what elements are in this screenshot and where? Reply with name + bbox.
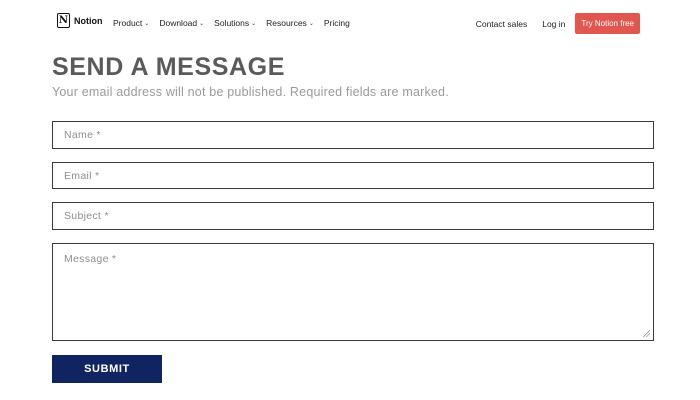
nav-menu: Product ⌄ Download ⌄ Solutions ⌄ Resourc… [113, 18, 350, 28]
nav-item-label: Pricing [323, 18, 350, 28]
chevron-down-icon: ⌄ [251, 20, 257, 27]
login-link[interactable]: Log in [542, 19, 565, 29]
name-input[interactable] [53, 122, 653, 148]
nav-item-label: Resources [266, 18, 307, 28]
nav-item-label: Download [159, 18, 198, 28]
email-field-box [52, 162, 654, 189]
submit-button[interactable]: SUBMIT [52, 355, 162, 383]
subject-input[interactable] [53, 203, 653, 229]
chevron-down-icon: ⌄ [308, 20, 314, 27]
logo-text: Notion [74, 15, 103, 26]
page-title: SEND A MESSAGE [52, 53, 285, 81]
subject-field-box [52, 202, 654, 230]
nav-item-download[interactable]: Download ⌄ [159, 18, 204, 28]
top-navbar: N Notion Product ⌄ Download ⌄ Solutions … [0, 0, 700, 46]
form-subtitle: Your email address will not be published… [52, 85, 449, 99]
nav-item-solutions[interactable]: Solutions ⌄ [214, 18, 256, 28]
email-input[interactable] [53, 163, 653, 188]
nav-item-label: Solutions [214, 18, 250, 28]
message-textarea[interactable] [53, 244, 653, 340]
chevron-down-icon: ⌄ [199, 20, 205, 27]
message-field-box [52, 243, 654, 341]
notion-logo-icon: N [57, 13, 70, 28]
nav-item-product[interactable]: Product ⌄ [113, 18, 149, 28]
nav-item-resources[interactable]: Resources ⌄ [266, 18, 314, 28]
name-field-box [52, 121, 654, 149]
notion-logo[interactable]: N Notion [57, 13, 103, 28]
try-notion-free-button[interactable]: Try Notion free [575, 13, 640, 34]
contact-sales-link[interactable]: Contact sales [476, 19, 528, 29]
chevron-down-icon: ⌄ [144, 20, 150, 27]
resize-handle-icon[interactable] [643, 330, 650, 337]
nav-item-label: Product [113, 18, 143, 28]
nav-item-pricing[interactable]: Pricing [324, 18, 350, 28]
nav-actions: Contact sales Log in Try Notion free [476, 13, 640, 34]
